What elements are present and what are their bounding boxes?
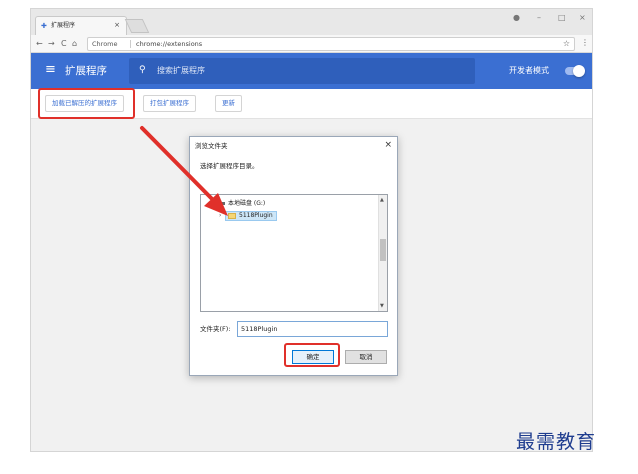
toggle-knob <box>573 65 585 77</box>
load-unpacked-highlight <box>38 88 135 119</box>
omnibox-separator <box>130 40 131 48</box>
tab-close-icon[interactable]: × <box>114 21 120 30</box>
tab-title: 扩展程序 <box>51 22 76 29</box>
scroll-up-arrow-icon[interactable]: ▲ <box>380 197 384 203</box>
tab-extensions[interactable]: ✚ 扩展程序 × <box>35 16 127 35</box>
browser-toolbar: ← → C ⌂ Chrome chrome://extensions ☆ ⋮ <box>31 35 592 53</box>
search-icon: ⚲ <box>139 65 146 75</box>
page-title: 扩展程序 <box>65 65 107 77</box>
developer-mode-label: 开发者模式 <box>509 66 549 75</box>
extensions-app-bar: ≡ 扩展程序 ⚲ 搜索扩展程序 开发者模式 <box>31 53 592 89</box>
dialog-close-icon[interactable]: × <box>384 140 392 151</box>
maximize-button[interactable]: □ <box>558 13 566 23</box>
hamburger-menu-icon[interactable]: ≡ <box>45 63 56 77</box>
puzzle-icon: ✚ <box>41 22 47 30</box>
browse-folder-dialog: 浏览文件夹 × 选择扩展程序目录。 ⌄ 本地磁盘 (G:) › 5118Plug… <box>189 136 398 376</box>
tree-scrollbar[interactable]: ▲ ▼ <box>378 195 387 311</box>
developer-mode-toggle[interactable] <box>565 65 585 77</box>
ok-button-highlight <box>284 343 340 367</box>
search-field[interactable]: ⚲ 搜索扩展程序 <box>129 58 475 84</box>
folder-icon <box>228 212 236 219</box>
profile-icon[interactable]: ● <box>513 13 520 23</box>
pack-extension-button[interactable]: 打包扩展程序 <box>143 95 196 112</box>
browser-menu-icon[interactable]: ⋮ <box>581 38 589 48</box>
window-close-button[interactable]: × <box>579 13 586 23</box>
collapse-chevron-icon[interactable]: ⌄ <box>207 200 212 208</box>
tree-item-folder-selected[interactable]: 5118Plugin <box>225 211 277 221</box>
expand-chevron-icon[interactable]: › <box>219 212 221 220</box>
omnibox-security-chip: Chrome <box>92 40 118 48</box>
back-button[interactable]: ← <box>36 38 43 49</box>
scroll-thumb[interactable] <box>380 239 386 261</box>
update-button[interactable]: 更新 <box>215 95 242 112</box>
bookmark-star-icon[interactable]: ☆ <box>563 39 570 49</box>
omnibox-url: chrome://extensions <box>136 40 203 48</box>
tab-strip: ✚ 扩展程序 × ● – □ × <box>31 9 592 35</box>
folder-field-label: 文件夹(F): <box>200 325 231 333</box>
folder-label: 5118Plugin <box>239 212 273 219</box>
folder-input[interactable]: 5118Plugin <box>237 321 388 337</box>
folder-tree[interactable]: ⌄ 本地磁盘 (G:) › 5118Plugin ▲ ▼ <box>200 194 388 312</box>
screenshot: ✚ 扩展程序 × ● – □ × ← → C ⌂ Chrome chrome:/… <box>0 0 638 474</box>
tree-item-drive[interactable]: 本地磁盘 (G:) <box>215 200 265 208</box>
minimize-button[interactable]: – <box>537 13 541 23</box>
home-button[interactable]: ⌂ <box>72 38 77 49</box>
forward-button[interactable]: → <box>48 38 55 49</box>
omnibox[interactable]: Chrome chrome://extensions ☆ <box>87 37 575 51</box>
drive-icon <box>218 201 225 205</box>
new-tab-button[interactable] <box>124 19 150 33</box>
cancel-button[interactable]: 取消 <box>345 350 387 364</box>
dialog-title: 浏览文件夹 <box>195 142 228 150</box>
search-placeholder: 搜索扩展程序 <box>157 66 205 75</box>
watermark-logo: 最需教育 <box>516 431 597 453</box>
reload-button[interactable]: C <box>61 38 67 49</box>
drive-label: 本地磁盘 (G:) <box>228 200 266 207</box>
dialog-prompt: 选择扩展程序目录。 <box>200 162 259 170</box>
scroll-down-arrow-icon[interactable]: ▼ <box>380 303 384 309</box>
